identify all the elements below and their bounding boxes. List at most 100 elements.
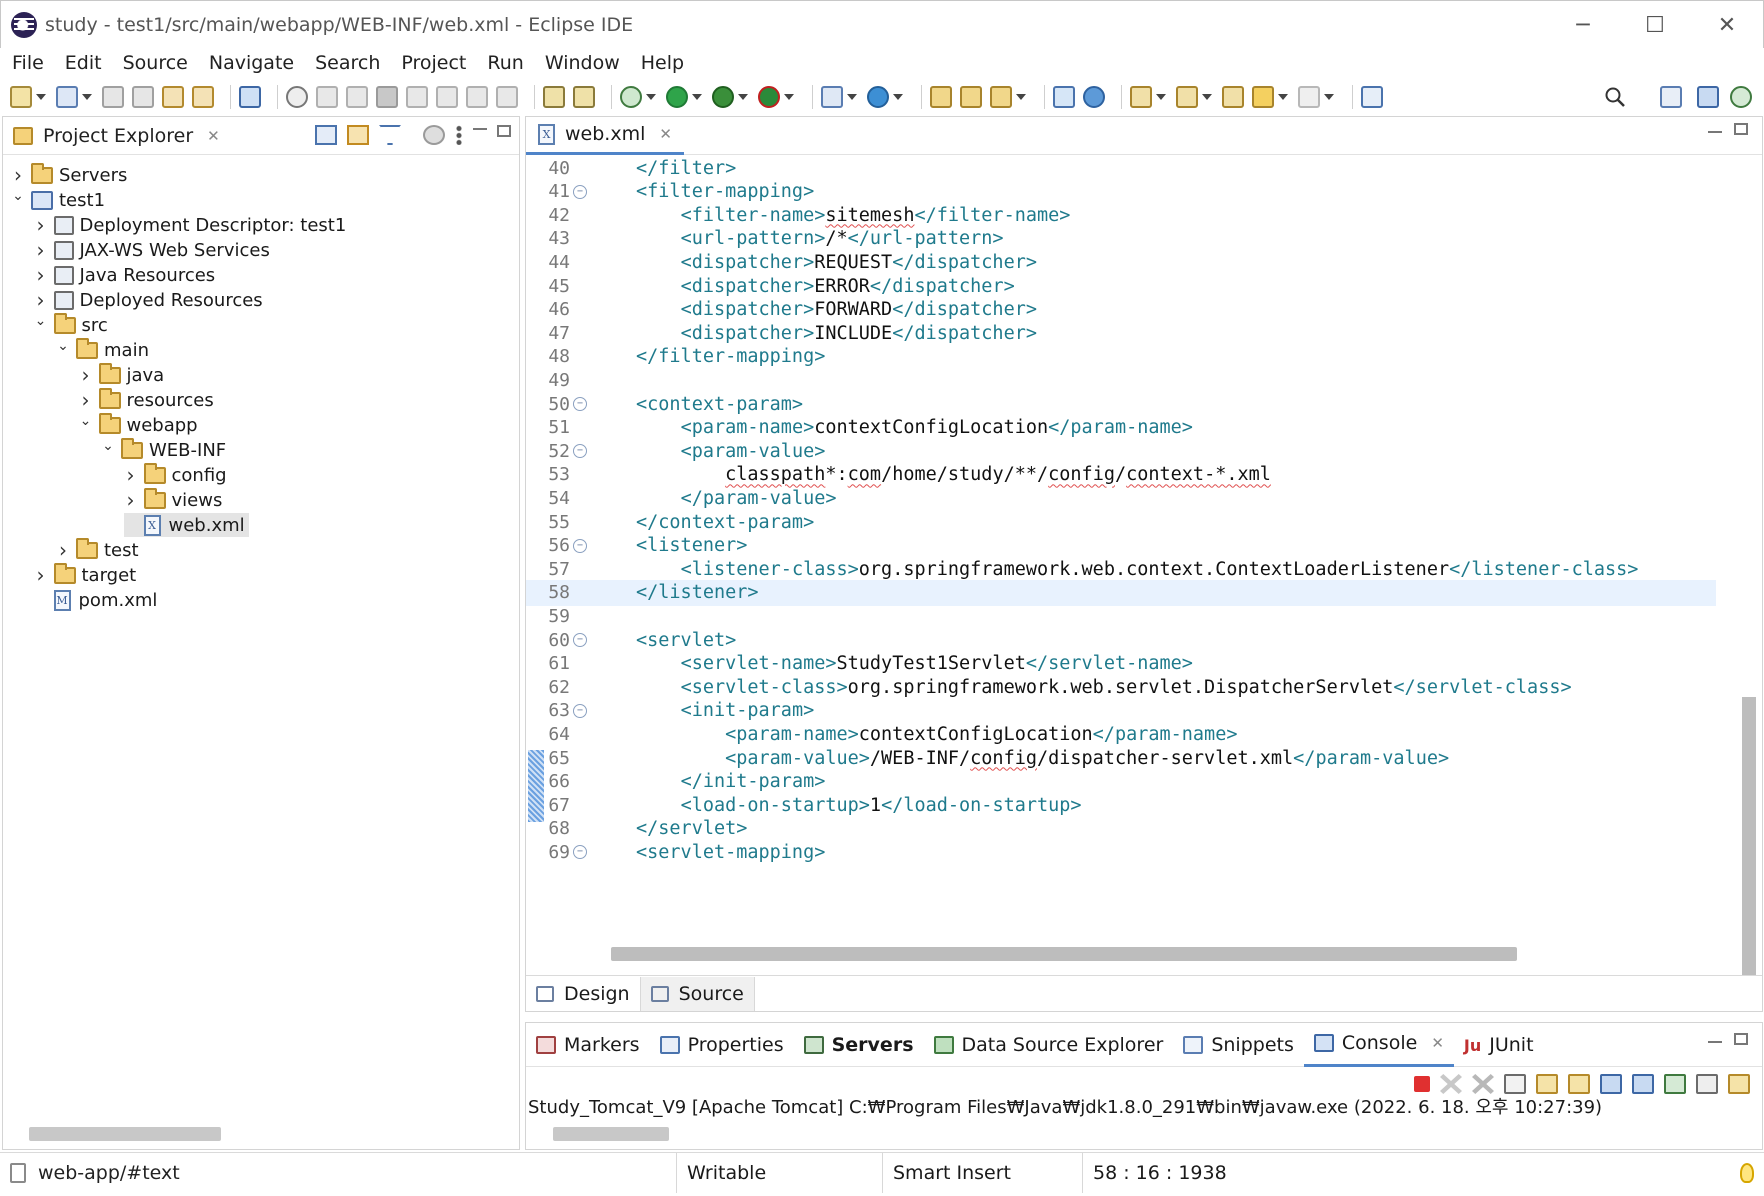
open-task-icon[interactable] [960,86,982,108]
web-browser-icon[interactable] [1083,86,1105,108]
vertical-scrollbar[interactable] [1742,697,1756,1007]
menu-window[interactable]: Window [545,52,620,74]
new-dropdown-icon[interactable] [36,94,46,100]
search-icon[interactable] [1604,86,1626,108]
fold-toggle-icon[interactable]: − [573,703,587,718]
toggle-block-selection-icon[interactable] [573,86,595,108]
status-insert-mode[interactable]: Smart Insert [882,1153,1082,1193]
word-wrap-icon[interactable] [1568,1074,1590,1094]
forward-dropdown-icon[interactable] [1324,94,1334,100]
tree-item[interactable]: ⌄ test1 [11,188,105,212]
tree-item[interactable]: › views [124,487,222,512]
close-icon[interactable]: ✕ [659,125,672,143]
tree-item[interactable]: › target [34,562,136,587]
tab-junit[interactable]: Ju JUnit [1454,1023,1544,1067]
toggle-mark-occurrences-icon[interactable] [543,86,565,108]
chevron-down-icon[interactable]: ⌄ [79,413,93,429]
run-icon[interactable] [666,86,688,108]
search-dropdown-icon[interactable] [1016,94,1026,100]
collapse-all-icon[interactable] [315,125,337,145]
java-ee-perspective-icon[interactable] [1697,86,1719,108]
tab-design[interactable]: Design [526,976,641,1011]
pin-editor-icon[interactable] [1361,86,1383,108]
previous-annotation-dropdown-icon[interactable] [1202,94,1212,100]
tab-properties[interactable]: Properties [650,1023,794,1067]
close-icon[interactable]: ✕ [207,127,220,145]
refresh-icon[interactable] [192,86,214,108]
fold-toggle-icon[interactable]: − [573,397,587,411]
maximize-button[interactable]: ☐ [1619,1,1691,49]
new-icon[interactable] [10,86,32,108]
tab-markers[interactable]: Markers [526,1023,650,1067]
focus-on-active-task-icon[interactable] [423,125,445,145]
minimize-editor-icon[interactable] [1708,131,1722,133]
previous-annotation-icon[interactable] [1176,86,1198,108]
chevron-right-icon[interactable]: › [34,288,48,312]
open-type-icon[interactable] [930,86,952,108]
remove-all-terminated-icon[interactable] [1472,1074,1494,1094]
resume-icon[interactable] [316,86,338,108]
debug-dropdown-icon[interactable] [646,94,656,100]
menu-edit[interactable]: Edit [65,52,102,74]
tree-item[interactable]: › test [56,537,139,562]
filter-icon[interactable] [379,125,401,145]
skip-breakpoints-icon[interactable] [286,86,308,108]
back-dropdown-icon[interactable] [1278,94,1288,100]
external-tools-dropdown-icon[interactable] [784,94,794,100]
tab-web-xml[interactable]: X web.xml ✕ [526,116,684,155]
menu-project[interactable]: Project [401,52,466,74]
new-project-icon[interactable] [56,86,78,108]
terminate-icon[interactable] [1414,1076,1430,1092]
fold-toggle-icon[interactable]: − [573,633,587,647]
status-cursor-position[interactable]: 58 : 16 : 1938 [1082,1153,1282,1193]
close-icon[interactable]: ✕ [1431,1034,1444,1052]
chevron-down-icon[interactable]: ⌄ [101,438,115,454]
debug-perspective-icon[interactable] [1730,86,1752,108]
next-annotation-icon[interactable] [1130,86,1152,108]
tree-item[interactable]: › Deployed Resources [34,288,263,312]
open-console-icon[interactable] [239,86,261,108]
tree-item[interactable]: › config [124,462,227,487]
chevron-down-icon[interactable]: ⌄ [11,188,25,204]
maximize-view-icon[interactable] [1734,1033,1748,1045]
ant-icon[interactable] [1053,86,1075,108]
display-selected-console-icon[interactable] [1696,1074,1718,1094]
chevron-right-icon[interactable]: › [124,463,138,487]
step-return-icon[interactable] [496,86,518,108]
horizontal-scrollbar[interactable] [611,947,1517,961]
tab-snippets[interactable]: Snippets [1173,1023,1304,1067]
save-icon[interactable] [102,86,124,108]
forward-icon[interactable] [1298,86,1320,108]
fold-toggle-icon[interactable]: − [573,538,587,553]
search-tool-icon[interactable] [990,86,1012,108]
chevron-right-icon[interactable]: › [79,363,93,387]
chevron-right-icon[interactable]: › [56,538,70,562]
chevron-right-icon[interactable]: › [79,388,93,412]
tree-item[interactable]: › Servers [11,162,127,187]
open-perspective-icon[interactable] [1660,86,1682,108]
new-project-dropdown-icon[interactable] [82,94,92,100]
minimize-view-icon[interactable] [1708,1041,1722,1043]
tree-item[interactable]: ⌄ WEB-INF [101,437,226,462]
new-class-dropdown-icon[interactable] [893,94,903,100]
tree-item[interactable]: › JAX-WS Web Services [34,238,270,262]
remove-launch-icon[interactable] [1440,1074,1462,1094]
step-into-icon[interactable] [436,86,458,108]
minimize-view-icon[interactable] [473,128,487,130]
open-console-icon[interactable] [1728,1074,1750,1094]
next-annotation-dropdown-icon[interactable] [1156,94,1166,100]
source-editor[interactable]: 40 </filter> 41− <filter-mapping> 42 <filter… [526,155,1762,955]
clear-console-icon[interactable] [1504,1074,1526,1094]
tree-item[interactable]: › java [79,362,164,387]
terminate-icon[interactable] [376,86,398,108]
fold-toggle-icon[interactable]: − [573,444,587,459]
horizontal-scrollbar[interactable] [553,1127,669,1141]
chevron-down-icon[interactable]: ⌄ [34,313,48,329]
tab-source[interactable]: Source [640,976,755,1011]
horizontal-scrollbar[interactable] [29,1127,221,1141]
show-on-output-icon[interactable] [1600,1074,1622,1094]
tab-servers[interactable]: Servers [794,1023,924,1067]
tree-item[interactable]: ⌄ main [56,337,149,362]
pin-console-icon[interactable] [1664,1074,1686,1094]
menu-file[interactable]: File [12,52,44,74]
